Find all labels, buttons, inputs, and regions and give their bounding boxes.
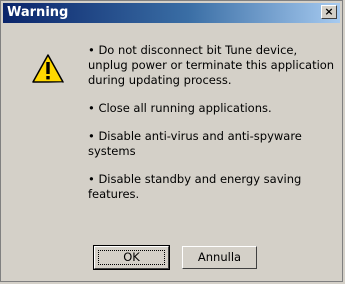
close-icon: × bbox=[324, 5, 334, 18]
message-bullet-standby: • Disable standby and energy saving feat… bbox=[88, 172, 302, 201]
cancel-button[interactable]: Annulla bbox=[182, 246, 257, 269]
title-bar[interactable]: Warning × bbox=[3, 3, 340, 23]
warning-dialog: Warning × • Do not disconnect bit Tune d… bbox=[0, 0, 343, 282]
message-body: • Do not disconnect bit Tune device, unp… bbox=[88, 43, 340, 215]
warning-triangle-icon bbox=[32, 54, 64, 83]
message-bullet-antivirus: • Disable anti-virus and anti-spyware sy… bbox=[88, 129, 302, 158]
dialog-title: Warning bbox=[7, 5, 69, 20]
cancel-button-label: Annulla bbox=[197, 250, 242, 264]
ok-button[interactable]: OK bbox=[93, 245, 170, 270]
close-button[interactable]: × bbox=[321, 5, 337, 19]
focus-rect bbox=[98, 250, 165, 265]
message-bullet-close-apps: • Close all running applications. bbox=[88, 101, 272, 115]
message-bullet-disconnect: • Do not disconnect bit Tune device, unp… bbox=[88, 43, 335, 87]
